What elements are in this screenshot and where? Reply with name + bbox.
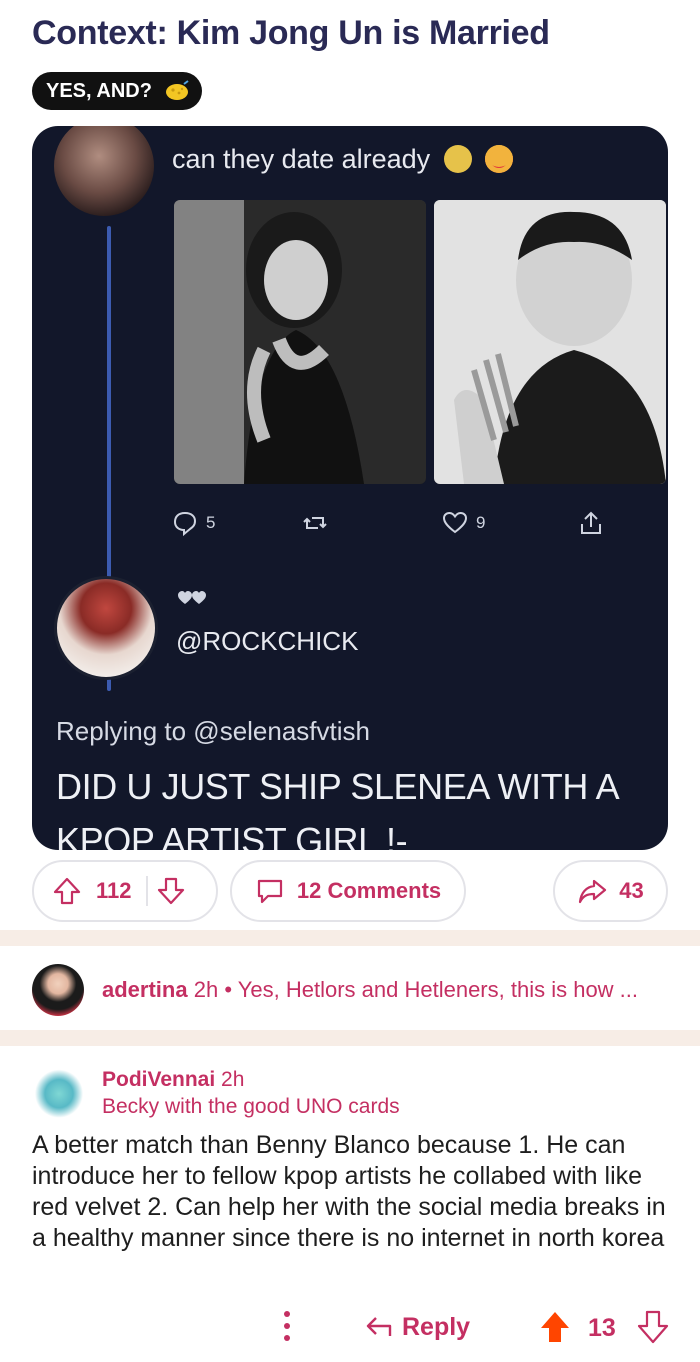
- tweet-reply-action: 5: [172, 508, 215, 538]
- section-divider: [0, 930, 700, 946]
- avatar[interactable]: [32, 1064, 86, 1118]
- speech-bubble-icon: [173, 511, 197, 537]
- reply-label: Reply: [402, 1312, 471, 1341]
- comment-username[interactable]: PodiVennai: [102, 1068, 215, 1091]
- reply-text-line2: KPOP ARTIST GIRL !-: [56, 820, 408, 850]
- comment-bubble-icon: [257, 879, 282, 904]
- tweet-author-avatar: [54, 126, 154, 216]
- tweet-like-action: 9: [442, 508, 485, 538]
- share-arrow-icon: [579, 879, 607, 904]
- section-divider: [0, 1030, 700, 1046]
- more-options-icon[interactable]: [282, 1306, 292, 1346]
- vote-pill: 112: [32, 860, 218, 922]
- comment-actions: Reply 13: [0, 1302, 700, 1352]
- upvote-arrow-icon[interactable]: [52, 876, 82, 906]
- tweet-reply-count: 5: [206, 513, 216, 532]
- tweet-text-label: can they date already: [172, 144, 431, 174]
- upvote-count: 112: [96, 878, 132, 903]
- user-flair: Becky with the good UNO cards: [102, 1095, 400, 1118]
- post-title[interactable]: Context: Kim Jong Un is Married: [32, 14, 550, 53]
- heart-eyes-emoji-icon: [485, 145, 514, 173]
- post-flair[interactable]: YES, AND?: [32, 72, 202, 110]
- tweet-like-count: 9: [476, 513, 486, 532]
- reply-handle: @ROCKCHICK: [176, 626, 359, 656]
- vote-separator: [145, 876, 148, 906]
- tweet-photo-left: [174, 200, 426, 484]
- reply-button[interactable]: Reply: [364, 1312, 470, 1342]
- man-photo-icon: [434, 200, 666, 484]
- comment-score: 13: [588, 1314, 616, 1342]
- crying-face-emoji-icon: [443, 145, 472, 173]
- reply-author-avatar: [54, 576, 158, 680]
- replying-to-text: Replying to @selenasfvtish: [56, 716, 370, 746]
- retweet-icon: [303, 517, 327, 529]
- share-upload-icon: [581, 511, 601, 534]
- flair-label: YES, AND?: [46, 80, 152, 102]
- downvote-arrow-icon[interactable]: [636, 1310, 670, 1344]
- tweet-text: can they date already: [172, 144, 514, 175]
- comments-label: 12 Comments: [296, 878, 442, 903]
- upvote-filled-icon[interactable]: [538, 1310, 572, 1344]
- top-comment-username[interactable]: adertina: [102, 977, 188, 1002]
- comment-time: 2h: [221, 1068, 245, 1091]
- heart-icon: [442, 511, 468, 534]
- tweet-share-action: [578, 508, 604, 538]
- share-button[interactable]: 43: [553, 860, 668, 922]
- tweet-retweet-action: [302, 508, 328, 538]
- reply-text-line1: DID U JUST SHIP SLENEA WITH A: [56, 766, 620, 807]
- post-image[interactable]: can they date already 5 9 @ROCKCHICK Rep…: [32, 126, 668, 850]
- small-hearts-icon: [178, 591, 206, 604]
- sponge-emoji-icon: [165, 80, 189, 100]
- top-comment-separator: •: [224, 977, 233, 1002]
- top-comment-preview[interactable]: adertina 2h • Yes, Hetlors and Hetleners…: [32, 963, 672, 1017]
- woman-photo-icon: [174, 200, 426, 484]
- top-comment-time: 2h: [193, 977, 219, 1002]
- share-count: 43: [619, 878, 644, 903]
- avatar[interactable]: [32, 964, 84, 1016]
- reply-arrow-icon: [366, 1317, 392, 1336]
- downvote-arrow-icon[interactable]: [156, 876, 186, 906]
- comments-button[interactable]: 12 Comments: [230, 860, 466, 922]
- top-comment-preview-text: Yes, Hetlors and Hetleners, this is how …: [237, 977, 639, 1002]
- comment-body: A better match than Benny Blanco because…: [32, 1131, 666, 1252]
- tweet-photo-right: [434, 200, 666, 484]
